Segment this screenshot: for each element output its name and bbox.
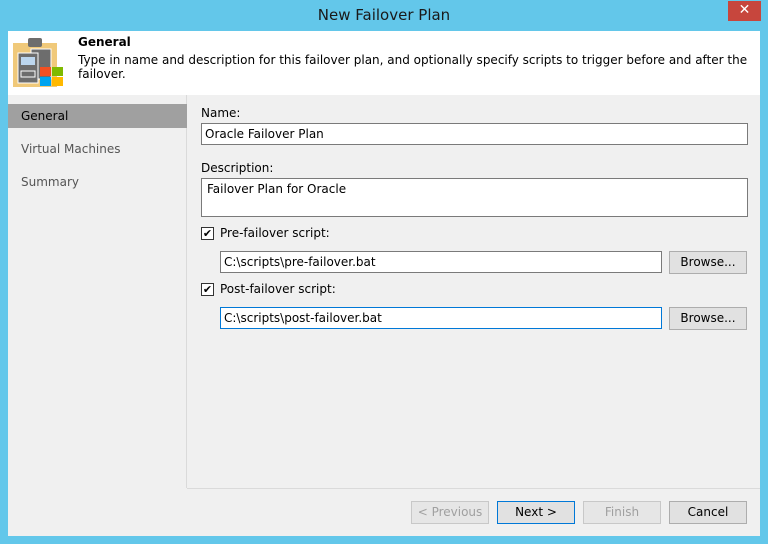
header-title: General: [78, 35, 131, 49]
post-failover-script-input[interactable]: [220, 307, 662, 329]
failover-plan-icon: [13, 38, 63, 87]
pre-failover-label: Pre-failover script:: [220, 226, 330, 240]
post-failover-label: Post-failover script:: [220, 282, 336, 296]
step-summary[interactable]: Summary: [8, 170, 187, 194]
finish-button[interactable]: Finish: [583, 501, 661, 524]
post-failover-browse-button[interactable]: Browse...: [669, 307, 747, 330]
step-general[interactable]: General: [8, 104, 187, 128]
window-title: New Failover Plan: [317, 6, 451, 24]
close-button[interactable]: ✕: [728, 1, 761, 21]
header-description: Type in name and description for this fa…: [78, 53, 748, 81]
footer-divider: [187, 488, 760, 489]
next-button[interactable]: Next >: [497, 501, 575, 524]
pre-failover-script-input[interactable]: [220, 251, 662, 273]
name-input[interactable]: [201, 123, 748, 145]
wizard-steps: General Virtual Machines Summary: [8, 95, 187, 488]
name-label: Name:: [201, 106, 241, 120]
dialog: General Type in name and description for…: [8, 31, 760, 536]
pre-failover-browse-button[interactable]: Browse...: [669, 251, 747, 274]
description-label: Description:: [201, 161, 274, 175]
pre-failover-checkbox[interactable]: ✔: [201, 227, 214, 240]
step-virtual-machines[interactable]: Virtual Machines: [8, 137, 187, 161]
post-failover-checkbox[interactable]: ✔: [201, 283, 214, 296]
cancel-button[interactable]: Cancel: [669, 501, 747, 524]
description-input[interactable]: Failover Plan for Oracle: [201, 178, 748, 217]
previous-button[interactable]: < Previous: [411, 501, 489, 524]
header: General Type in name and description for…: [8, 31, 760, 95]
